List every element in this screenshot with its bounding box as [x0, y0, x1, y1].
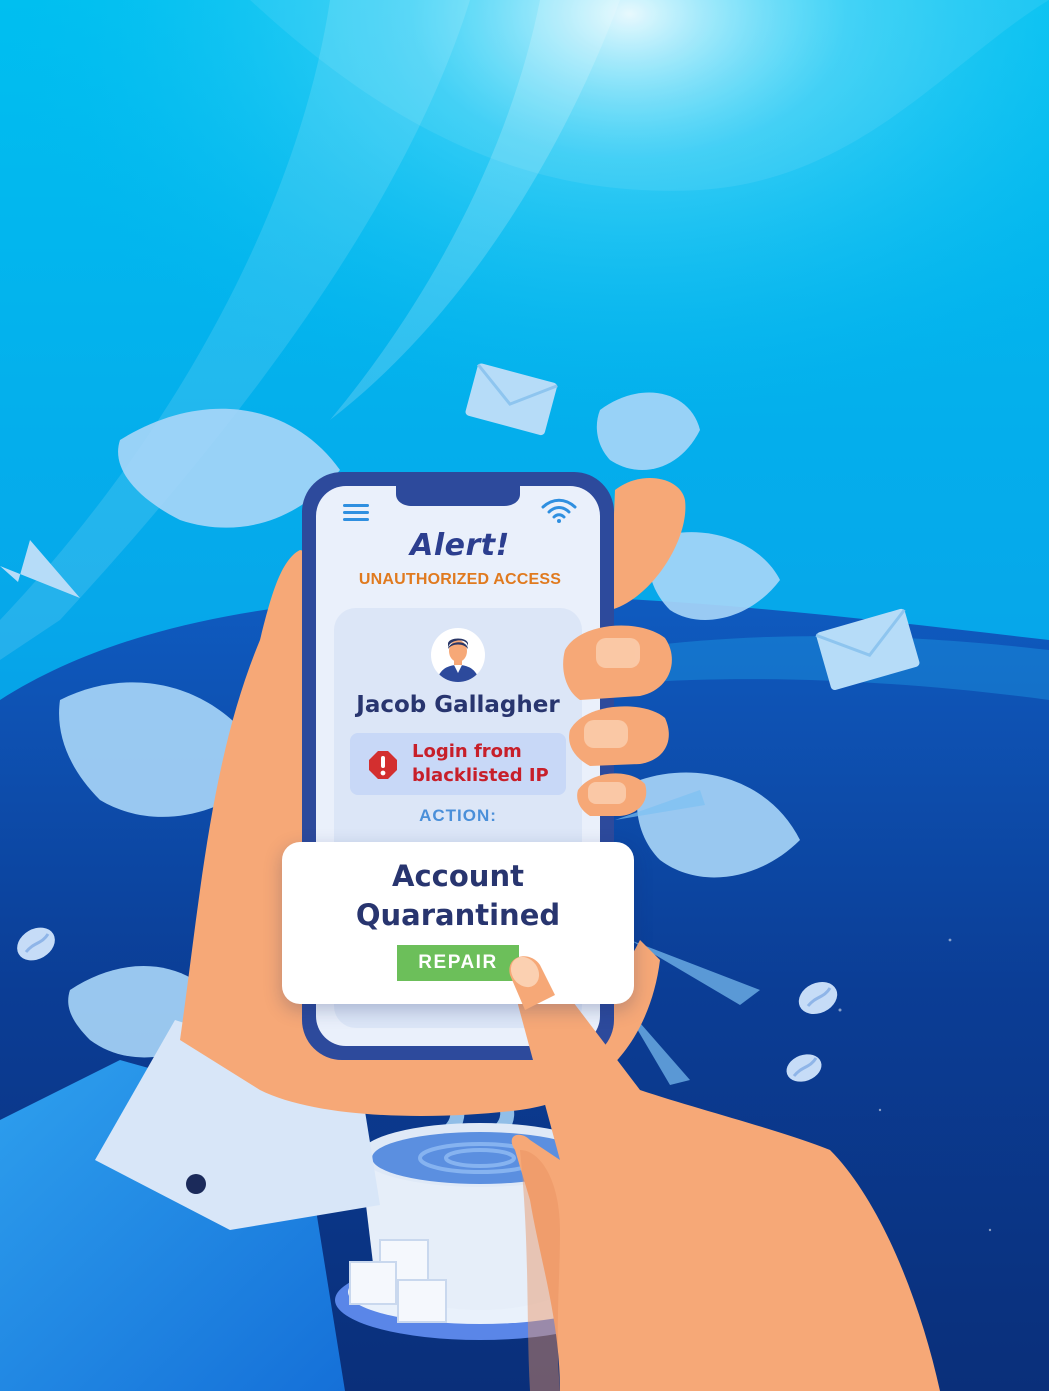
pointing-fingertip	[509, 956, 555, 1010]
wifi-icon	[540, 498, 578, 524]
user-name: Jacob Gallagher	[356, 692, 560, 718]
action-label: ACTION:	[419, 806, 497, 825]
alert-title: Alert!	[410, 528, 510, 563]
alert-subtitle: UNAUTHORIZED ACCESS	[358, 571, 562, 588]
status-line-1: Account	[392, 859, 524, 893]
exclamation-warning-icon	[367, 749, 399, 781]
warning-line-2: blacklisted IP	[412, 765, 549, 786]
hamburger-menu-icon[interactable]	[342, 502, 370, 522]
user-avatar-icon	[430, 627, 486, 683]
warning-line-1: Login from	[412, 741, 522, 762]
quarantine-status: Account Quarantined	[282, 857, 634, 935]
status-line-2: Quarantined	[355, 898, 561, 932]
warning-text: Login from blacklisted IP	[412, 740, 562, 788]
